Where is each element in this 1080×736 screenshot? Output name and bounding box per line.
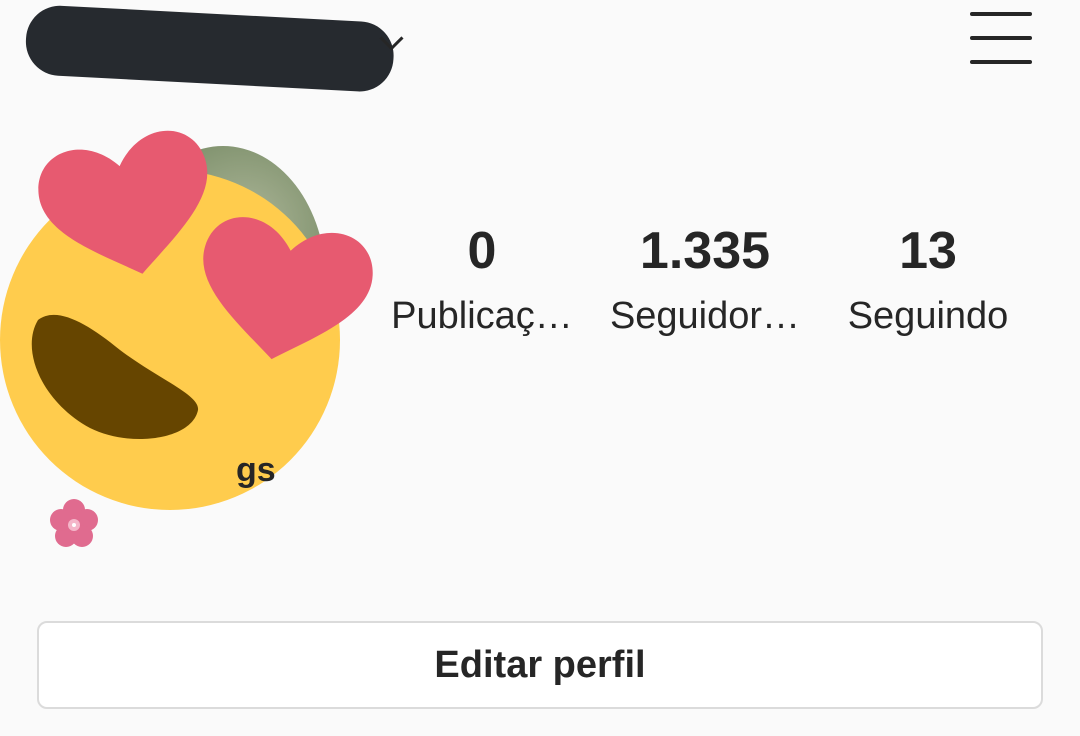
followers-stat[interactable]: 1.335 Seguidor… <box>600 220 810 350</box>
posts-count: 0 <box>467 222 497 280</box>
following-stat[interactable]: 13 Seguindo <box>823 220 1033 350</box>
posts-label: Publicaç… <box>391 295 573 337</box>
followers-label: Seguidor… <box>609 295 801 337</box>
add-story-badge[interactable] <box>300 360 326 408</box>
bio-name: gs <box>236 451 276 489</box>
cherry-blossom-icon <box>50 499 98 547</box>
following-count: 13 <box>899 222 957 280</box>
edit-profile-button[interactable]: Editar perfil <box>37 621 1043 709</box>
posts-stat[interactable]: 0 Publicaç… <box>377 220 587 350</box>
menu-button[interactable] <box>966 10 1036 70</box>
edit-profile-label: Editar perfil <box>434 643 646 686</box>
username-redaction[interactable] <box>24 4 396 94</box>
followers-count: 1.335 <box>639 222 771 280</box>
profile-screen: 0 Publicaç… 1.335 Seguidor… 13 Seguindo … <box>0 0 1080 736</box>
following-label: Seguindo <box>847 295 1009 337</box>
avatar[interactable] <box>120 146 326 416</box>
